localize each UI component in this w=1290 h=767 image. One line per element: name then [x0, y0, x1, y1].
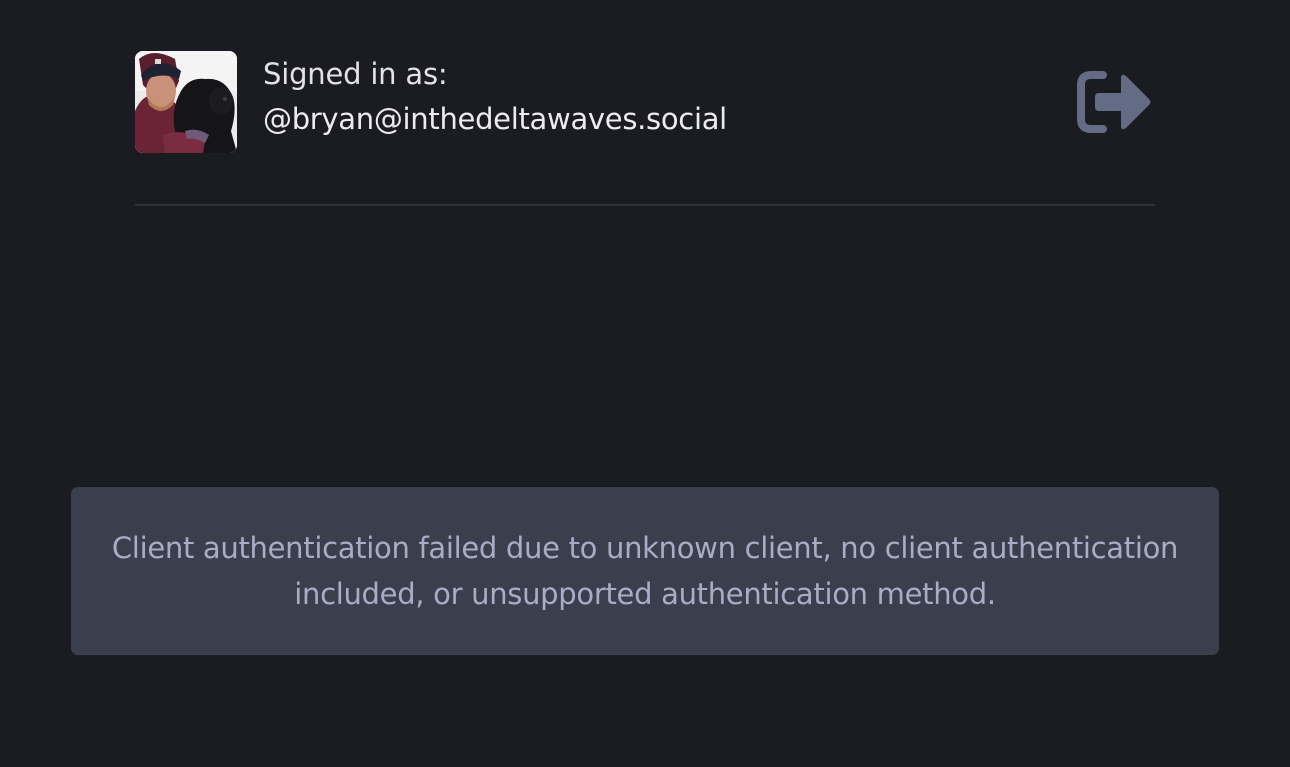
account-header: Signed in as: @bryan@inthedeltawaves.soc… [135, 51, 1155, 153]
error-alert: Client authentication failed due to unkn… [71, 487, 1219, 655]
signed-in-label: Signed in as: [263, 57, 448, 91]
logout-button[interactable] [1077, 71, 1153, 133]
error-message: Client authentication failed due to unkn… [111, 531, 1179, 611]
divider [135, 204, 1155, 206]
page: Signed in as: @bryan@inthedeltawaves.soc… [0, 0, 1290, 767]
sign-out-icon [1077, 71, 1151, 133]
avatar [135, 51, 237, 153]
avatar-photo [135, 51, 237, 153]
signed-in-info: Signed in as: @bryan@inthedeltawaves.soc… [263, 57, 727, 137]
account-handle: @bryan@inthedeltawaves.social [263, 102, 727, 136]
